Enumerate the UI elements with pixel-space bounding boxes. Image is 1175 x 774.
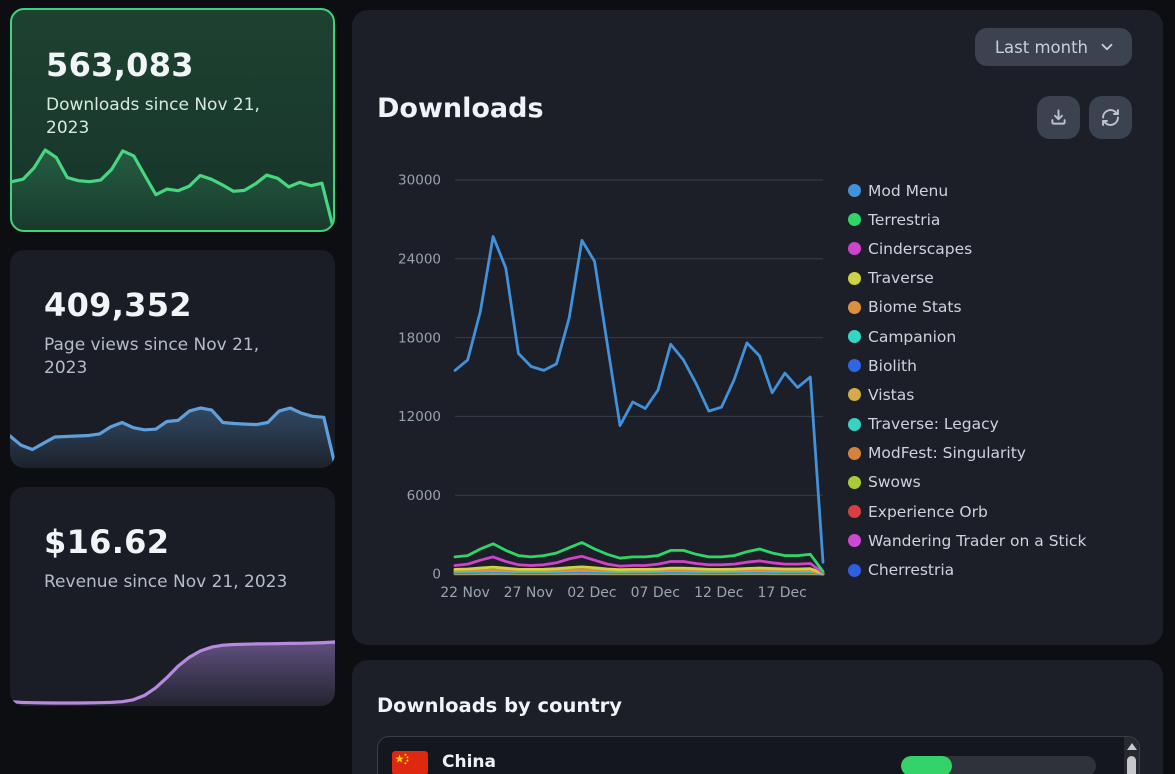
legend-label: Experience Orb [868,503,988,521]
legend-color-dot [848,476,861,489]
legend-color-dot [848,505,861,518]
legend-label: Cinderscapes [868,240,972,258]
legend-color-dot [848,272,861,285]
svg-text:18000: 18000 [398,330,441,346]
legend-color-dot [848,184,861,197]
pageviews-sparkline [10,400,335,468]
svg-text:12000: 12000 [398,409,441,425]
svg-text:12 Dec: 12 Dec [694,585,743,601]
legend-color-dot [848,447,861,460]
legend-item[interactable]: Cinderscapes [848,234,1086,263]
legend-label: Biolith [868,357,917,375]
downloads-stat-card[interactable]: 563,083 Downloads since Nov 21, 2023 [10,8,335,232]
legend-color-dot [848,359,861,372]
legend-color-dot [848,534,861,547]
legend-item[interactable]: Terrestria [848,205,1086,234]
country-list: ★ China [377,736,1140,774]
svg-text:6000: 6000 [407,488,441,504]
country-list-scrollbar[interactable] [1124,737,1139,774]
chart-legend: Mod Menu Terrestria Cinderscapes Travers… [848,176,1086,585]
svg-text:24000: 24000 [398,252,441,268]
legend-label: Vistas [868,386,914,404]
downloads-chart: 0 6000 12000 18000 24000 30000 22 Nov 27 Nov 02 … [375,150,855,605]
stats-sidebar: 563,083 Downloads since Nov 21, 2023 409… [10,8,335,706]
legend-item[interactable]: Biolith [848,351,1086,380]
legend-color-dot [848,242,861,255]
legend-color-dot [848,301,861,314]
downloads-panel: Last month Downloads 0 6000 12000 18000 2400… [352,10,1163,645]
refresh-button[interactable] [1089,96,1132,139]
legend-item[interactable]: ModFest: Singularity [848,439,1086,468]
svg-text:30000: 30000 [398,173,441,189]
revenue-stat-card[interactable]: $16.62 Revenue since Nov 21, 2023 [10,487,335,706]
svg-text:07 Dec: 07 Dec [631,585,680,601]
legend-color-dot [848,213,861,226]
country-panel: Downloads by country ★ China [352,660,1163,774]
country-row: ★ China [378,737,1139,774]
legend-label: Traverse [868,269,934,287]
legend-color-dot [848,418,861,431]
legend-label: Campanion [868,328,956,346]
legend-item[interactable]: Campanion [848,322,1086,351]
revenue-amount: $16.62 [44,523,169,561]
pageviews-count-label: Page views since Nov 21, 2023 [44,334,294,380]
legend-item[interactable]: Wandering Trader on a Stick [848,526,1086,555]
legend-label: Wandering Trader on a Stick [868,532,1086,550]
pageviews-stat-card[interactable]: 409,352 Page views since Nov 21, 2023 [10,250,335,468]
legend-label: Cherrestria [868,561,954,579]
legend-color-dot [848,330,861,343]
legend-label: Swows [868,473,921,491]
legend-item[interactable]: Swows [848,468,1086,497]
time-range-label: Last month [995,38,1088,57]
china-flag-icon: ★ [392,751,428,774]
analytics-dashboard: 563,083 Downloads since Nov 21, 2023 409… [0,0,1175,774]
legend-item[interactable]: Vistas [848,380,1086,409]
svg-text:★: ★ [395,753,405,766]
downloads-sparkline [12,142,333,230]
legend-color-dot [848,388,861,401]
legend-color-dot [848,564,861,577]
chevron-down-icon [1098,38,1116,56]
legend-item[interactable]: Experience Orb [848,497,1086,526]
scroll-up-icon[interactable] [1127,743,1137,750]
legend-item[interactable]: Traverse [848,264,1086,293]
legend-item[interactable]: Mod Menu [848,176,1086,205]
refresh-icon [1100,107,1121,128]
country-name: China [442,752,496,772]
scroll-thumb[interactable] [1127,756,1136,774]
legend-label: ModFest: Singularity [868,444,1026,462]
country-progress-bar [901,756,1096,774]
revenue-sparkline [10,634,335,706]
country-panel-title: Downloads by country [377,694,622,717]
time-range-select[interactable]: Last month [975,28,1132,66]
legend-item[interactable]: Traverse: Legacy [848,410,1086,439]
legend-item[interactable]: Cherrestria [848,555,1086,584]
downloads-count-label: Downloads since Nov 21, 2023 [46,94,296,140]
chart-toolbar [1037,96,1132,139]
svg-text:27 Nov: 27 Nov [504,585,554,601]
downloads-count: 563,083 [46,46,194,84]
export-button[interactable] [1037,96,1080,139]
legend-label: Terrestria [868,211,940,229]
download-icon [1048,107,1069,128]
legend-label: Traverse: Legacy [868,415,999,433]
svg-text:02 Dec: 02 Dec [567,585,616,601]
svg-text:17 Dec: 17 Dec [758,585,807,601]
downloads-panel-title: Downloads [377,94,544,124]
svg-text:0: 0 [432,567,441,583]
revenue-amount-label: Revenue since Nov 21, 2023 [44,571,294,594]
pageviews-count: 409,352 [44,286,192,324]
legend-label: Mod Menu [868,182,948,200]
legend-item[interactable]: Biome Stats [848,293,1086,322]
svg-text:22 Nov: 22 Nov [440,585,490,601]
country-progress-fill [901,756,952,774]
legend-label: Biome Stats [868,298,962,316]
